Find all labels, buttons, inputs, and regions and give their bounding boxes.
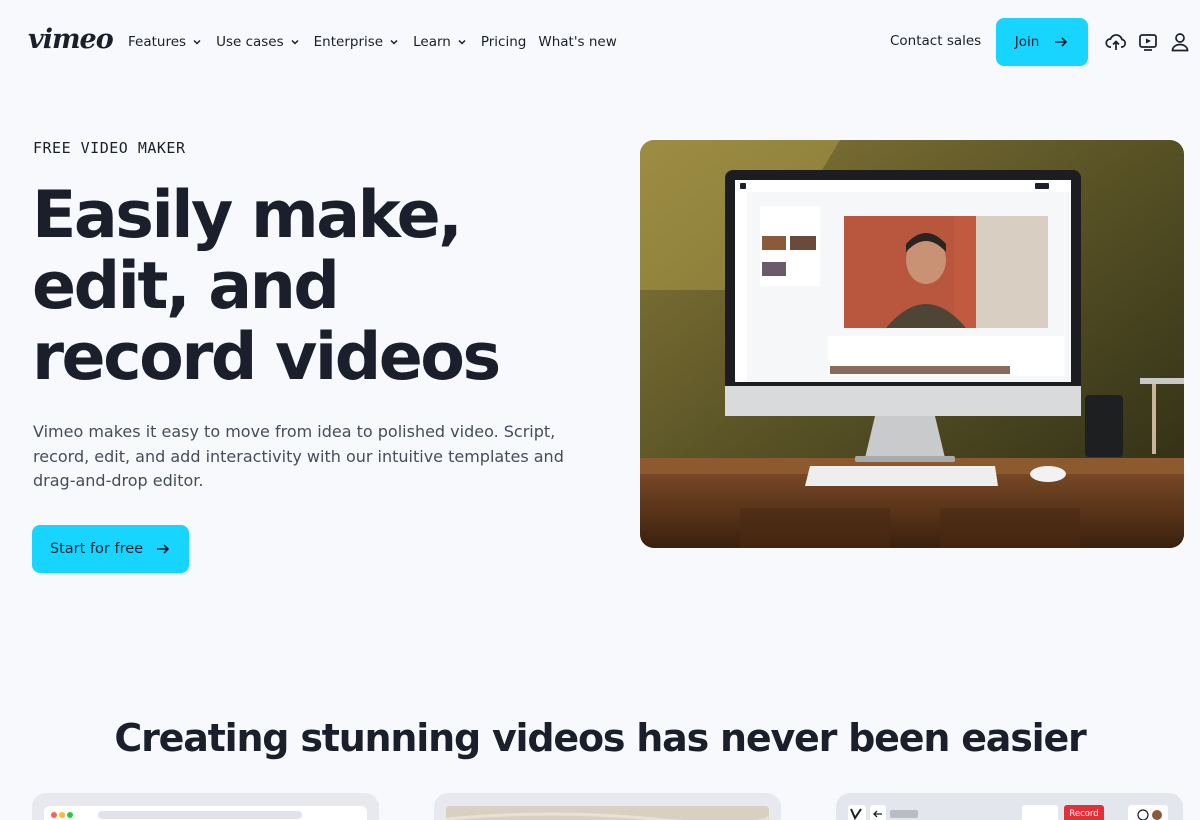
join-button[interactable]: Join [996, 18, 1088, 66]
nav-learn-label: Learn [413, 34, 451, 50]
nav-use-cases-label: Use cases [216, 34, 284, 50]
card-preview-photo [445, 806, 770, 820]
chevron-down-icon [193, 39, 201, 45]
hero-title-line: edit, and [32, 249, 340, 324]
chevron-down-icon [458, 39, 466, 45]
user-icon[interactable] [1169, 31, 1191, 53]
site-header: vimeo Features Use cases Enterprise Lear… [0, 0, 1200, 82]
nav-whats-new-label: What's new [538, 34, 617, 50]
start-for-free-button[interactable]: Start for free [32, 525, 189, 573]
hero-title: Easily make, edit, and record videos [32, 180, 592, 393]
hero-image [640, 140, 1184, 548]
desk-computer-illustration [640, 140, 1184, 548]
nav-pricing[interactable]: Pricing [481, 34, 527, 50]
section-title: Creating stunning videos has never been … [114, 716, 1086, 760]
hero-title-line: Easily make, [32, 178, 463, 253]
upload-icon[interactable] [1105, 31, 1127, 53]
card-preview-recorder [848, 805, 1168, 820]
nav-learn[interactable]: Learn [413, 34, 467, 50]
feature-card-script[interactable] [32, 793, 379, 820]
hero-title-line: record videos [32, 320, 501, 395]
chevron-down-icon [291, 39, 299, 45]
arrow-right-icon [1055, 37, 1068, 47]
record-button-label[interactable]: Record [1064, 808, 1104, 820]
feature-card-templates[interactable] [434, 793, 781, 820]
nav-enterprise[interactable]: Enterprise [314, 34, 399, 50]
contact-sales-link[interactable]: Contact sales [890, 33, 981, 49]
arrow-right-icon [157, 544, 170, 554]
hero-description: Vimeo makes it easy to move from idea to… [33, 422, 564, 490]
join-button-label: Join [1014, 34, 1040, 50]
card-preview-editor [44, 806, 367, 820]
nav-enterprise-label: Enterprise [313, 34, 384, 50]
nav-features-label: Features [128, 34, 187, 50]
vimeo-logo[interactable]: vimeo [28, 24, 114, 55]
feature-card-record[interactable]: Record [836, 793, 1183, 820]
nav-pricing-label: Pricing [480, 34, 527, 50]
watch-later-icon[interactable] [1137, 31, 1159, 53]
nav-use-cases[interactable]: Use cases [216, 34, 300, 50]
main-nav: Features Use cases Enterprise Learn Pric… [128, 32, 629, 52]
hero-eyebrow: FREE VIDEO MAKER [33, 139, 186, 157]
nav-whats-new[interactable]: What's new [538, 34, 616, 50]
start-for-free-label: Start for free [49, 541, 144, 557]
nav-features[interactable]: Features [128, 34, 202, 50]
chevron-down-icon [390, 39, 398, 45]
